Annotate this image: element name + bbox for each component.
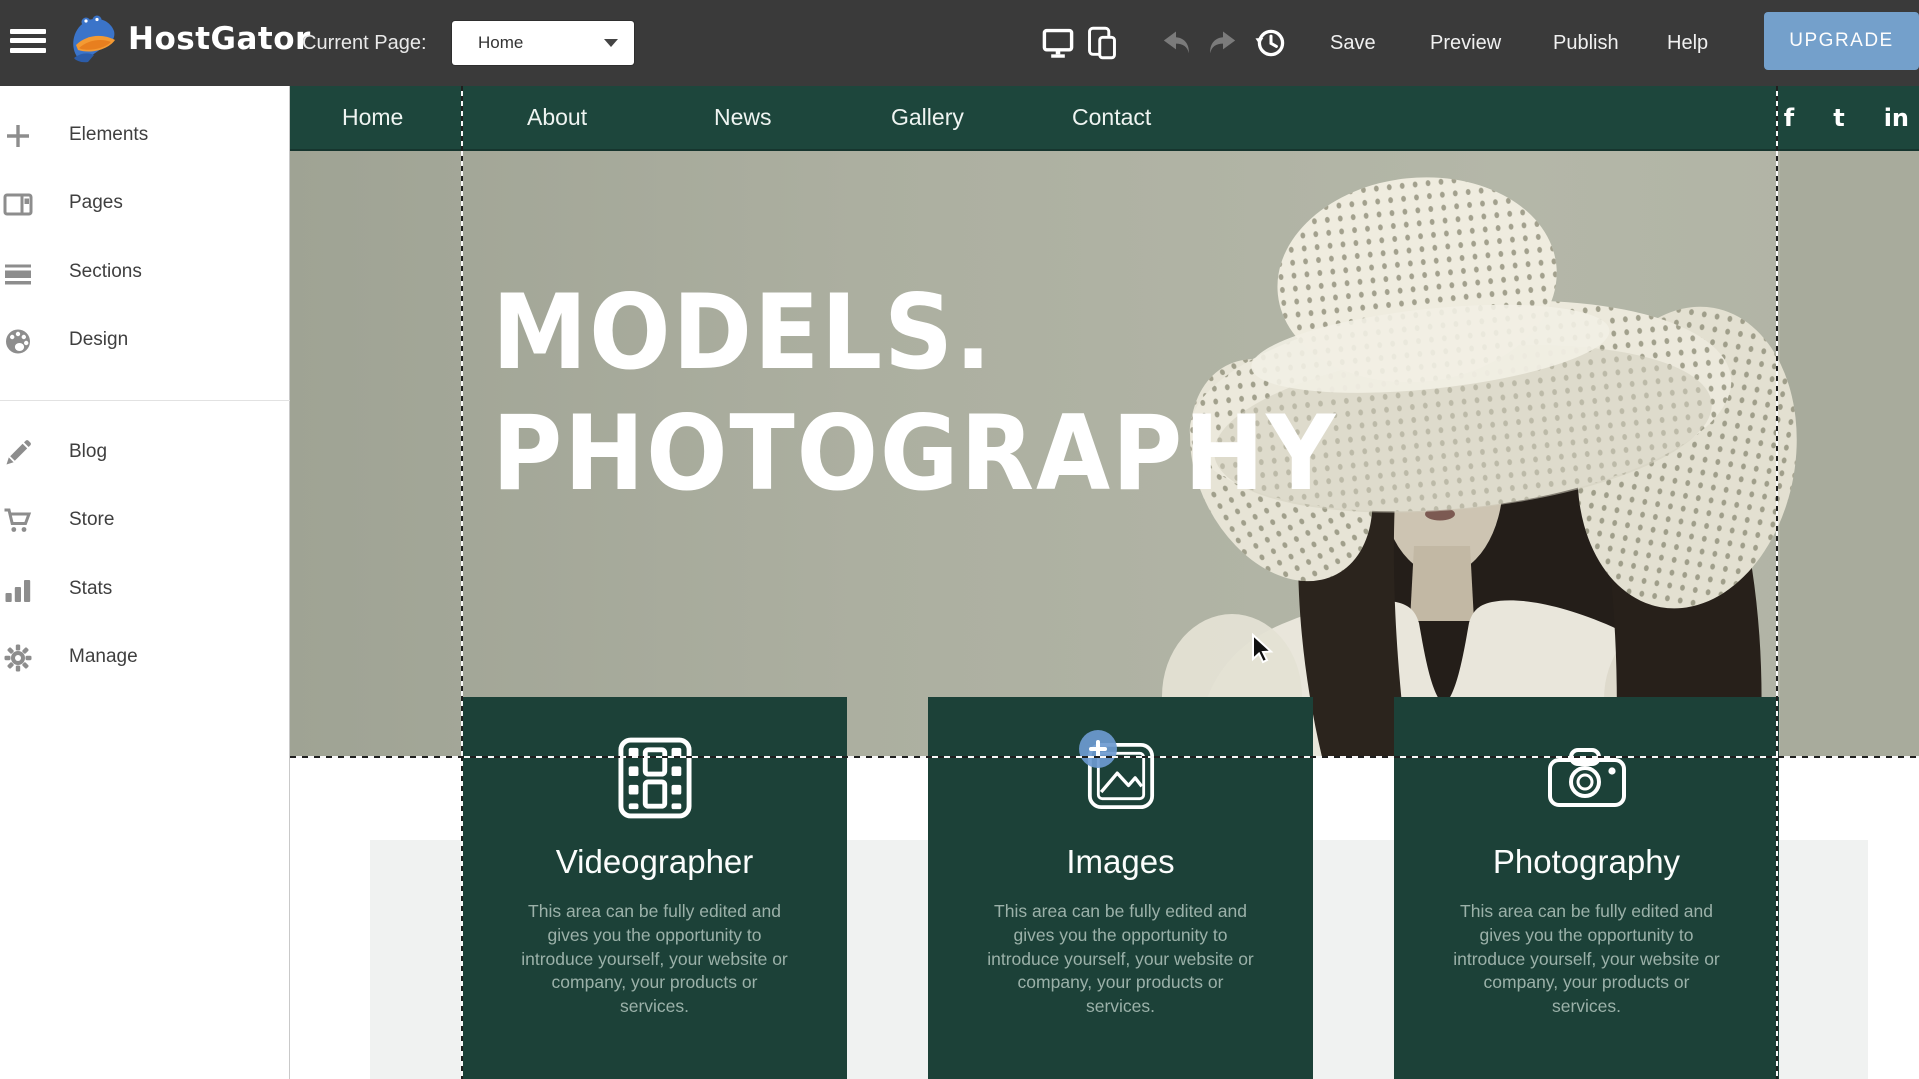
card-title: Images [928, 843, 1313, 881]
help-button[interactable]: Help [1667, 0, 1708, 86]
camera-icon [1394, 735, 1779, 821]
hero-title-line1: MODELS. [492, 273, 1337, 394]
hero-title-line2: PHOTOGRAPHY [492, 394, 1337, 515]
palette-icon [1, 324, 35, 358]
editor-sidebar: Elements Pages Sections Design Blog Stor… [0, 86, 290, 1079]
mouse-cursor [1245, 633, 1275, 667]
nav-link-contact[interactable]: Contact [1072, 86, 1151, 149]
preview-button[interactable]: Preview [1430, 0, 1501, 86]
save-button[interactable]: Save [1330, 0, 1376, 86]
feature-card-videographer[interactable]: Videographer This area can be fully edit… [462, 697, 847, 1079]
facebook-icon[interactable]: f [1784, 104, 1794, 132]
sidebar-item-store[interactable]: Store [0, 501, 290, 541]
nav-link-gallery[interactable]: Gallery [891, 86, 964, 149]
card-description: This area can be fully edited and gives … [1452, 900, 1721, 1019]
section-guide-right [1776, 86, 1778, 1079]
redo-icon[interactable] [1205, 25, 1241, 61]
card-description: This area can be fully edited and gives … [520, 900, 789, 1019]
history-icon[interactable] [1253, 25, 1289, 61]
publish-button[interactable]: Publish [1553, 0, 1619, 86]
gear-icon [1, 641, 35, 675]
pencil-icon [1, 436, 35, 470]
hostgator-logo: HostGator [66, 12, 311, 66]
feature-card-images[interactable]: Images This area can be fully edited and… [928, 697, 1313, 1079]
cart-icon [1, 504, 35, 538]
sections-icon [1, 256, 35, 290]
upgrade-button[interactable]: UPGRADE [1764, 12, 1919, 70]
nav-link-news[interactable]: News [714, 86, 772, 149]
twitter-icon[interactable]: t [1833, 104, 1844, 132]
film-icon [462, 735, 847, 821]
sidebar-item-pages[interactable]: Pages [0, 184, 290, 224]
bar-chart-icon [1, 573, 35, 607]
hero-section[interactable]: MODELS. PHOTOGRAPHY [290, 151, 1919, 757]
add-image-badge-icon[interactable] [1079, 730, 1117, 768]
page-dropdown-value: Home [478, 33, 523, 53]
nav-link-home[interactable]: Home [342, 86, 403, 149]
nav-link-about[interactable]: About [527, 86, 587, 149]
sidebar-item-design[interactable]: Design [0, 321, 290, 361]
social-links: f t in [1784, 86, 1909, 149]
sidebar-item-manage[interactable]: Manage [0, 638, 290, 678]
undo-icon[interactable] [1158, 25, 1194, 61]
linkedin-icon[interactable]: in [1884, 104, 1909, 132]
desktop-view-icon[interactable] [1040, 25, 1076, 61]
feature-card-photography[interactable]: Photography This area can be fully edite… [1394, 697, 1779, 1079]
pages-icon [1, 187, 35, 221]
current-page-label: Current Page: [302, 0, 427, 86]
site-navbar: Home About News Gallery Contact f t in [290, 86, 1919, 151]
hamburger-menu-icon[interactable] [10, 24, 48, 60]
section-guide-bottom [290, 756, 1919, 758]
editor-topbar: HostGator Current Page: Home Save Previe… [0, 0, 1919, 86]
page-dropdown[interactable]: Home [452, 21, 634, 65]
sidebar-divider [0, 400, 290, 401]
image-plus-icon [1087, 742, 1155, 815]
plus-icon [1, 119, 35, 153]
card-title: Videographer [462, 843, 847, 881]
chevron-down-icon [604, 39, 618, 47]
sidebar-item-stats[interactable]: Stats [0, 570, 290, 610]
card-title: Photography [1394, 843, 1779, 881]
sidebar-item-blog[interactable]: Blog [0, 433, 290, 473]
site-preview-canvas: Home About News Gallery Contact f t in [290, 86, 1919, 1079]
sidebar-item-elements[interactable]: Elements [0, 116, 290, 156]
section-guide-left [461, 86, 463, 1079]
brand-name: HostGator [128, 21, 311, 57]
card-description: This area can be fully edited and gives … [986, 900, 1255, 1019]
sidebar-item-sections[interactable]: Sections [0, 253, 290, 293]
mobile-devices-icon[interactable] [1084, 25, 1120, 61]
hero-title: MODELS. PHOTOGRAPHY [492, 273, 1337, 515]
hostgator-mascot-icon [66, 12, 120, 66]
